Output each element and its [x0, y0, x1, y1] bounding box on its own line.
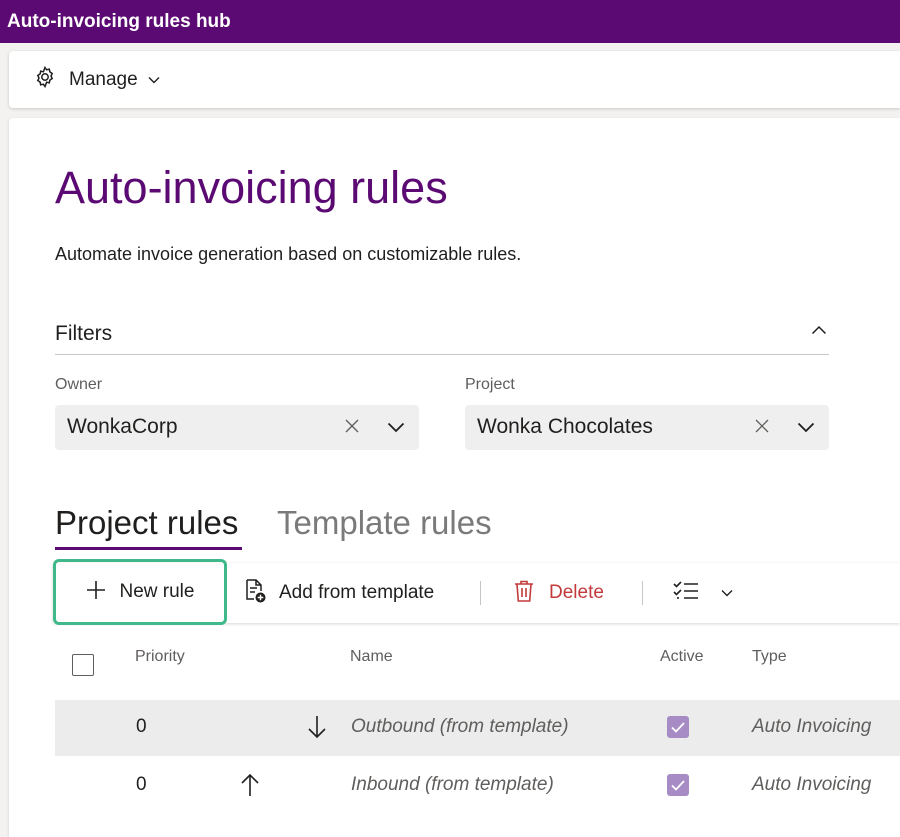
add-from-template-label: Add from template: [279, 582, 435, 603]
manage-label: Manage: [69, 68, 138, 90]
app-title: Auto-invoicing rules hub: [0, 0, 900, 43]
tab-template-rules[interactable]: Template rules: [277, 504, 492, 542]
new-rule-label: New rule: [119, 581, 195, 602]
clear-owner-icon[interactable]: [345, 419, 359, 438]
chevron-down-icon: [148, 71, 160, 89]
document-add-icon: [243, 578, 267, 609]
type-cell: Auto Invoicing: [752, 774, 872, 795]
priority-cell: 0: [136, 716, 147, 737]
arrow-down-icon[interactable]: [306, 714, 328, 745]
project-value: Wonka Chocolates: [477, 415, 653, 438]
chevron-down-icon[interactable]: [797, 420, 815, 438]
active-tab-indicator: [55, 547, 242, 550]
toolbar-divider: [480, 581, 481, 605]
command-bar: Manage: [9, 51, 900, 108]
new-rule-button[interactable]: New rule: [53, 559, 227, 625]
clear-project-icon[interactable]: [755, 419, 769, 438]
project-label: Project: [465, 376, 515, 393]
owner-value: WonkaCorp: [67, 415, 178, 438]
add-from-template-button[interactable]: Add from template: [243, 563, 434, 623]
gear-icon: [33, 65, 57, 94]
owner-label: Owner: [55, 376, 103, 393]
page-title: Auto-invoicing rules: [55, 162, 448, 213]
chevron-down-icon: [721, 584, 733, 602]
arrow-up-icon[interactable]: [239, 772, 261, 803]
filters-header[interactable]: Filters: [55, 316, 829, 355]
delete-button[interactable]: Delete: [513, 563, 604, 623]
column-header-priority[interactable]: Priority: [135, 648, 185, 666]
select-all-checkbox[interactable]: [72, 654, 94, 676]
active-checkbox[interactable]: [667, 716, 689, 738]
delete-label: Delete: [549, 582, 604, 603]
view-options-button[interactable]: [673, 563, 733, 623]
rule-name-cell[interactable]: Outbound (from template): [351, 716, 569, 738]
active-checkbox[interactable]: [667, 774, 689, 796]
owner-combobox[interactable]: WonkaCorp: [55, 405, 419, 450]
page-description: Automate invoice generation based on cus…: [55, 244, 522, 264]
rule-name-cell[interactable]: Inbound (from template): [351, 774, 554, 796]
type-cell: Auto Invoicing: [752, 716, 872, 737]
chevron-down-icon[interactable]: [387, 420, 405, 438]
trash-icon: [513, 579, 535, 608]
tab-project-rules[interactable]: Project rules: [55, 504, 238, 542]
filters-title: Filters: [55, 322, 113, 345]
project-combobox[interactable]: Wonka Chocolates: [465, 405, 829, 450]
chevron-up-icon[interactable]: [811, 322, 827, 340]
column-header-type[interactable]: Type: [752, 648, 787, 666]
column-header-active[interactable]: Active: [660, 648, 704, 666]
column-header-name[interactable]: Name: [350, 648, 393, 666]
table-row[interactable]: 0 Outbound (from template) Auto Invoicin…: [55, 700, 900, 756]
plus-icon: [86, 580, 106, 605]
main-panel: Auto-invoicing rules Automate invoice ge…: [9, 118, 900, 837]
checklist-icon: [673, 580, 699, 607]
toolbar-divider: [642, 581, 643, 605]
priority-cell: 0: [136, 774, 147, 795]
rules-toolbar: New rule Add from template Delete: [53, 559, 900, 625]
table-row[interactable]: 0 Inbound (from template) Auto Invoicing: [55, 758, 900, 814]
manage-button[interactable]: Manage: [33, 65, 160, 94]
